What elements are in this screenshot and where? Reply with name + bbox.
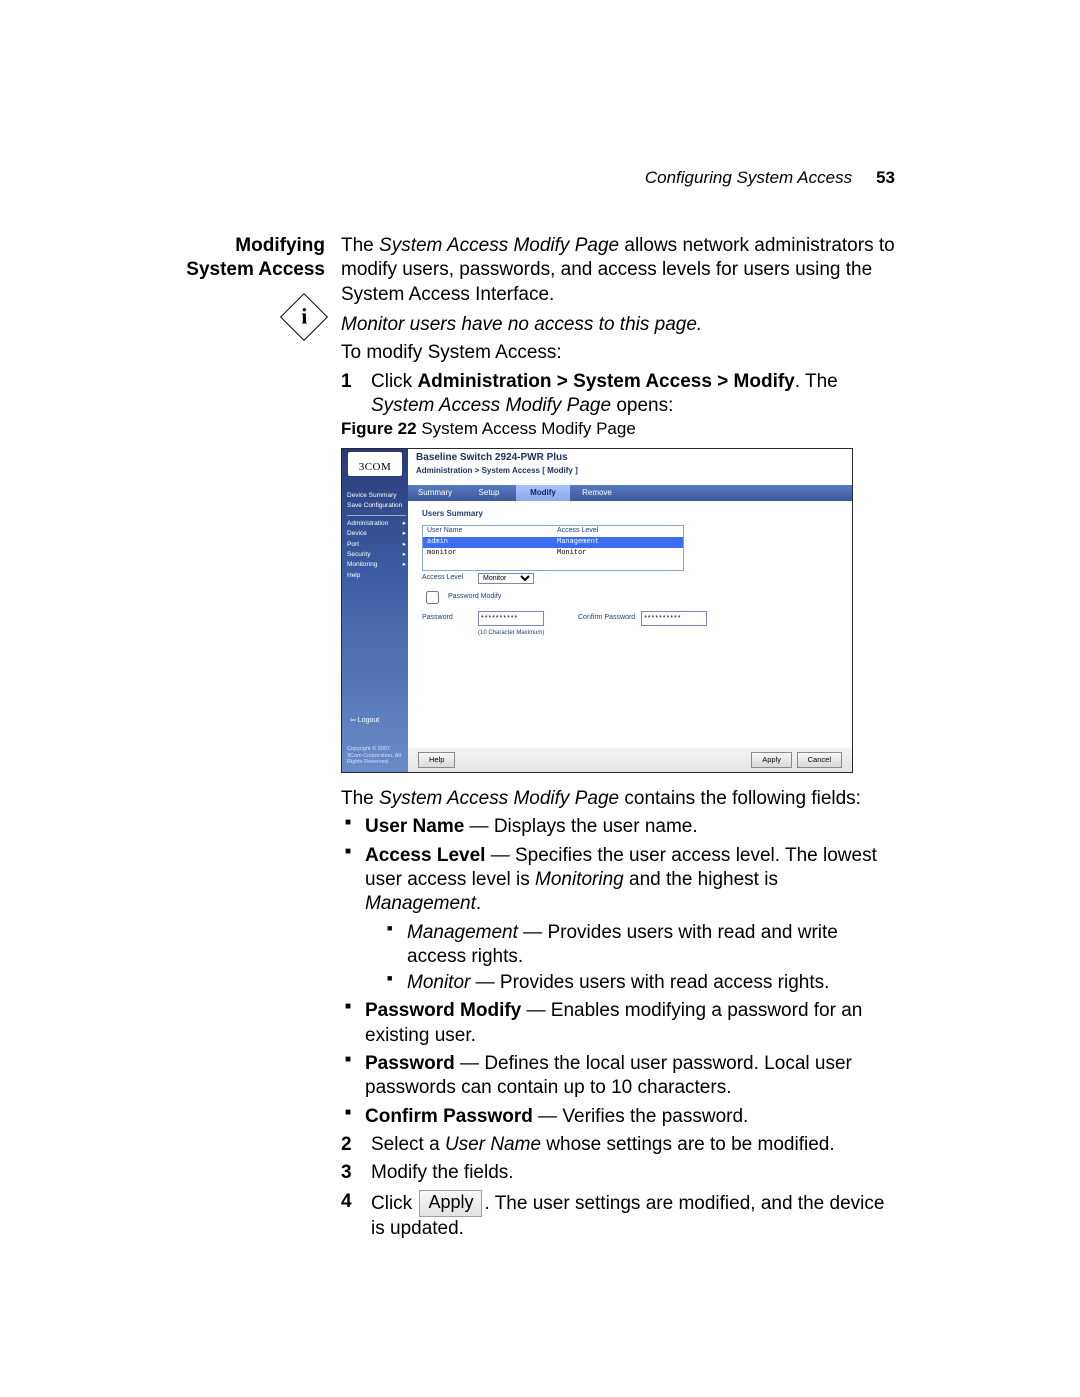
list-item: Password Modify — Enables modifying a pa… — [341, 999, 896, 1048]
list-item: Password — Defines the local user passwo… — [341, 1052, 896, 1101]
apply-inline-button[interactable]: Apply — [419, 1190, 482, 1217]
body-column: The System Access Modify Page allows net… — [341, 234, 896, 1241]
list-item: Confirm Password — Verifies the password… — [341, 1105, 896, 1129]
sidebar-item: Monitoring — [347, 560, 406, 570]
password-field[interactable] — [478, 611, 544, 626]
step-4: 4 Click Apply. The user settings are mod… — [341, 1190, 896, 1241]
lead-in: To modify System Access: — [341, 341, 896, 365]
step-2: 2 Select a User Name whose settings are … — [341, 1133, 896, 1157]
fields-lead: The System Access Modify Page contains t… — [341, 787, 896, 811]
tab-bar: SummarySetupModifyRemove — [408, 485, 852, 501]
fields-list: User Name — Displays the user name. Acce… — [341, 815, 896, 1129]
tab-setup[interactable]: Setup — [462, 485, 516, 501]
sidebar-item: Device — [347, 529, 406, 539]
help-button[interactable]: Help — [418, 752, 455, 768]
figure-screenshot: 3COM Device Summary Save Configuration A… — [341, 448, 853, 773]
figure-footer: Help Apply Cancel — [408, 748, 852, 772]
copyright-text: Copyright © 2007 3Com Corporation. All R… — [347, 746, 403, 766]
logo-3com: 3COM — [348, 452, 402, 476]
list-item: Monitor — Provides users with read acces… — [385, 971, 896, 995]
list-item: User Name — Displays the user name. — [341, 815, 896, 839]
confirm-password-field[interactable] — [641, 611, 707, 626]
sidebar-item: Help — [347, 571, 406, 581]
breadcrumb: Administration > System Access [ Modify … — [416, 466, 578, 476]
sidebar-item: Security — [347, 550, 406, 560]
list-item: Management — Provides users with read an… — [385, 921, 896, 970]
step-1: 1 Click Administration > System Access >… — [341, 370, 896, 419]
intro-paragraph: The System Access Modify Page allows net… — [341, 234, 896, 307]
section-title: Modifying System Access — [165, 234, 325, 282]
tab-remove[interactable]: Remove — [570, 485, 624, 501]
cancel-button[interactable]: Cancel — [797, 752, 842, 768]
logout-link[interactable]: ⇦ Logout — [350, 717, 379, 726]
users-table[interactable]: User NameAccess Level adminManagement mo… — [422, 525, 684, 571]
tab-summary[interactable]: Summary — [408, 485, 462, 501]
table-row: adminManagement — [423, 537, 683, 548]
device-title: Baseline Switch 2924-PWR Plus — [416, 452, 568, 465]
step-3: 3 Modify the fields. — [341, 1161, 896, 1185]
access-level-select[interactable]: Monitor — [478, 573, 534, 584]
list-item: Access Level — Specifies the user access… — [341, 844, 896, 996]
info-icon: i — [280, 293, 328, 341]
table-row: monitorMonitor — [423, 548, 683, 559]
running-header: Configuring System Access 53 — [645, 168, 895, 188]
apply-button[interactable]: Apply — [751, 752, 792, 768]
header-title: Configuring System Access — [645, 168, 852, 187]
tab-modify[interactable]: Modify — [516, 485, 570, 501]
figure-caption: Figure 22 System Access Modify Page — [341, 418, 896, 440]
sidebar-item: Device Summary — [347, 491, 406, 501]
sidebar-item: Administration — [347, 519, 406, 529]
note-text: Monitor users have no access to this pag… — [341, 313, 896, 337]
panel-title: Users Summary — [422, 509, 483, 519]
fig-sidebar: 3COM Device Summary Save Configuration A… — [342, 449, 408, 772]
sidebar-item: Port — [347, 540, 406, 550]
sidebar-item: Save Configuration — [347, 501, 406, 511]
password-modify-checkbox[interactable] — [426, 591, 439, 604]
page-number: 53 — [876, 168, 895, 187]
sidebar-links: Device Summary Save Configuration Admini… — [347, 491, 406, 581]
